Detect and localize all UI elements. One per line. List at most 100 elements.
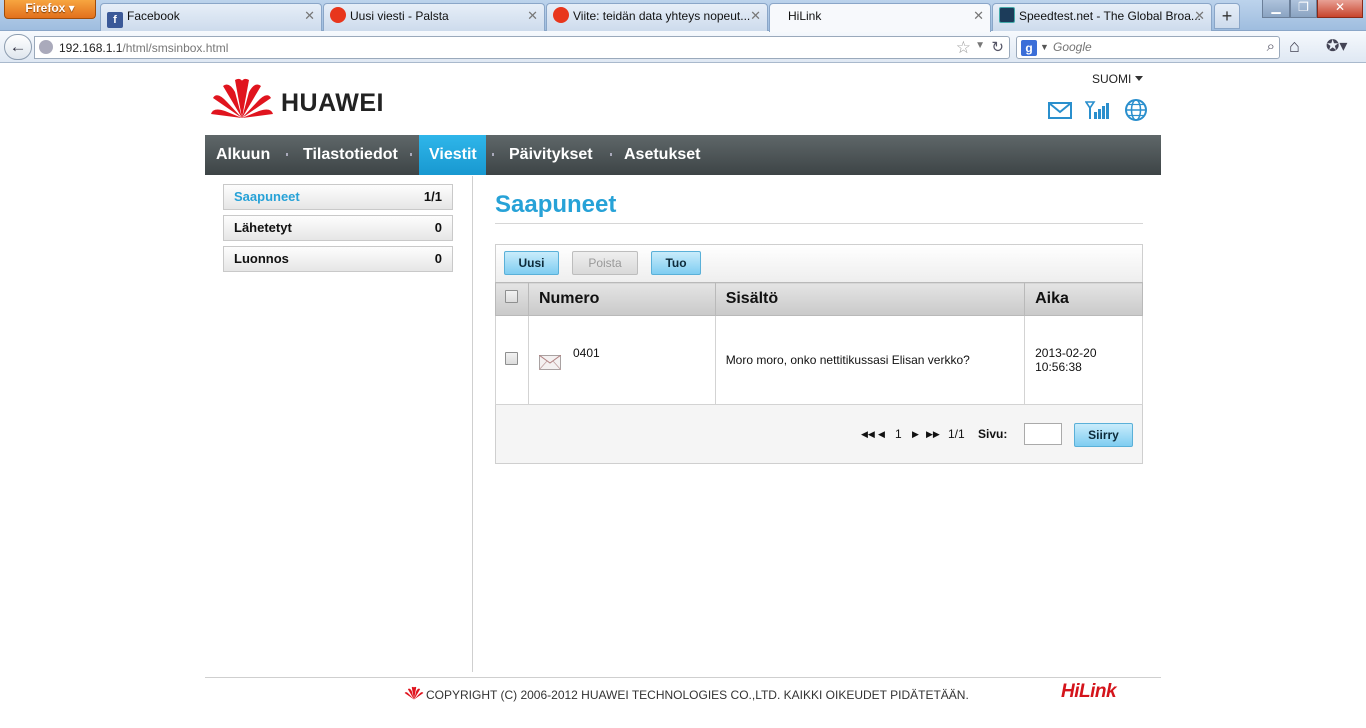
huawei-logo[interactable]: HUAWEI	[211, 76, 391, 122]
palsta-icon	[553, 7, 569, 23]
huawei-flower-icon	[211, 78, 273, 118]
firefox-menu-label: Firefox	[25, 1, 66, 15]
delete-button[interactable]: Poista	[572, 251, 638, 275]
last-page-icon[interactable]: ▶▶	[926, 429, 940, 440]
bookmarks-menu-icon[interactable]: ✪▾	[1326, 36, 1347, 56]
maximize-button[interactable]: ❐	[1290, 0, 1317, 18]
first-page-icon[interactable]: ◀◀	[861, 429, 875, 440]
import-button[interactable]: Tuo	[651, 251, 701, 275]
search-bar[interactable]: g ▼ ⌕	[1016, 36, 1280, 59]
envelope-icon[interactable]	[1047, 98, 1073, 122]
row-select-cell	[495, 315, 529, 405]
tab-hilink[interactable]: HiLink ✕	[769, 3, 991, 32]
unread-envelope-icon	[538, 354, 561, 370]
signal-strength-icon	[1085, 101, 1109, 119]
sidebar-item-label: Saapuneet	[234, 189, 300, 204]
nav-separator	[610, 153, 612, 156]
goto-page-button[interactable]: Siirry	[1074, 423, 1133, 447]
next-page-icon[interactable]: ▶	[912, 429, 919, 440]
message-time: 10:56:38	[1035, 360, 1082, 374]
message-panel: Uusi Poista Tuo Numero Sisältö Aika 0401…	[495, 244, 1143, 464]
site-identity-icon[interactable]	[39, 40, 53, 54]
current-page-number[interactable]: 1	[895, 427, 902, 441]
message-toolbar: Uusi Poista Tuo	[496, 245, 1142, 282]
tab-speedtest[interactable]: Speedtest.net - The Global Broa... ✕	[992, 3, 1212, 31]
sidebar-item-count: 0	[434, 220, 442, 235]
search-engine-dropdown-icon[interactable]: ▼	[1040, 42, 1049, 52]
tab-title: HiLink	[788, 9, 822, 23]
column-header-aika[interactable]: Aika	[1024, 282, 1143, 316]
sidebar-item-count: 0	[434, 251, 442, 266]
nav-asetukset[interactable]: Asetukset	[614, 135, 710, 175]
close-tab-icon[interactable]: ✕	[750, 4, 761, 28]
huawei-logo-text: HUAWEI	[281, 89, 384, 117]
firefox-menu-button[interactable]: Firefox ▾	[4, 0, 96, 19]
main-navigation: Alkuun Tilastotiedot Viestit Päivitykset…	[205, 135, 1161, 175]
nav-paivitykset[interactable]: Päivitykset	[499, 135, 603, 175]
table-row[interactable]: 0401 Moro moro, onko nettitikussasi Elis…	[495, 315, 1143, 405]
nav-viestit[interactable]: Viestit	[419, 135, 486, 175]
minimize-button[interactable]: ▁	[1262, 0, 1290, 18]
nav-alkuun[interactable]: Alkuun	[206, 135, 280, 175]
back-button[interactable]: ←	[4, 34, 32, 60]
palsta-icon	[330, 7, 346, 23]
hilink-page: HUAWEI SUOMI Alkuun Tilastotiedot Viesti…	[205, 64, 1161, 728]
home-icon[interactable]: ⌂	[1289, 36, 1300, 57]
pagination: ◀◀ ◀ 1 ▶ ▶▶ 1/1 Sivu: Siirry	[496, 405, 1142, 463]
number-cell: 0401	[527, 315, 716, 405]
time-cell: 2013-02-20 10:56:38	[1024, 315, 1143, 405]
sidebar-item-label: Lähetetyt	[234, 220, 292, 235]
page-label: Sivu:	[978, 427, 1008, 441]
tab-viite[interactable]: Viite: teidän data yhteys nopeut... ✕	[546, 3, 768, 31]
close-tab-icon[interactable]: ✕	[304, 4, 315, 28]
page-number-input[interactable]	[1024, 423, 1062, 445]
bookmark-star-icon[interactable]: ☆	[956, 38, 971, 58]
search-input[interactable]	[1053, 40, 1253, 54]
close-tab-icon[interactable]: ✕	[527, 4, 538, 28]
facebook-icon: f	[107, 12, 123, 28]
chevron-down-icon	[1135, 76, 1144, 81]
nav-separator	[492, 153, 494, 156]
new-tab-button[interactable]: +	[1214, 3, 1240, 29]
globe-icon[interactable]	[1123, 98, 1149, 122]
previous-page-icon[interactable]: ◀	[878, 429, 885, 440]
browser-nav-bar: ← 192.168.1.1/html/smsinbox.html ☆ ▼ ↻ g…	[0, 31, 1366, 63]
row-checkbox[interactable]	[505, 352, 518, 365]
column-header-numero[interactable]: Numero	[527, 282, 716, 316]
nav-tilastotiedot[interactable]: Tilastotiedot	[293, 135, 408, 175]
search-icon[interactable]: ⌕	[1267, 38, 1275, 55]
tab-palsta[interactable]: Uusi viesti - Palsta ✕	[323, 3, 545, 31]
tab-title: Facebook	[127, 9, 180, 23]
sidebar-item-label: Luonnos	[234, 251, 289, 266]
tab-facebook[interactable]: f Facebook ✕	[100, 3, 322, 31]
message-table: Numero Sisältö Aika 0401 Moro moro, onko…	[495, 282, 1143, 405]
url-history-dropdown-icon[interactable]: ▼	[975, 40, 985, 51]
page-title: Saapuneet	[495, 191, 617, 218]
reload-icon[interactable]: ↻	[991, 38, 1004, 56]
url-path: /html/smsinbox.html	[122, 41, 229, 55]
browser-tab-bar: Firefox ▾ f Facebook ✕ Uusi viesti - Pals…	[0, 0, 1366, 32]
sidebar-item-saapuneet[interactable]: Saapuneet 1/1	[223, 184, 453, 210]
language-select[interactable]: SUOMI	[1092, 72, 1144, 86]
column-header-sisalto[interactable]: Sisältö	[714, 282, 1026, 316]
close-tab-icon[interactable]: ✕	[1194, 4, 1205, 28]
speedtest-icon	[999, 7, 1015, 23]
close-window-button[interactable]: ✕	[1317, 0, 1363, 18]
sidebar-item-lahetetyt[interactable]: Lähetetyt 0	[223, 215, 453, 241]
blank-favicon	[776, 7, 784, 23]
sender-number[interactable]: 0401	[573, 346, 600, 360]
content-cell[interactable]: Moro moro, onko nettitikussasi Elisan ve…	[714, 315, 1026, 405]
url-host: 192.168.1.1	[59, 41, 123, 55]
sidebar-item-luonnos[interactable]: Luonnos 0	[223, 246, 453, 272]
sidebar-item-count: 1/1	[423, 189, 442, 204]
address-bar[interactable]: 192.168.1.1/html/smsinbox.html ☆ ▼ ↻	[34, 36, 1010, 59]
select-all-checkbox[interactable]	[505, 290, 518, 303]
close-tab-icon[interactable]: ✕	[973, 4, 984, 28]
language-label: SUOMI	[1092, 72, 1132, 86]
page-count: 1/1	[948, 427, 965, 441]
footer-divider	[205, 677, 1161, 678]
google-icon[interactable]: g	[1021, 40, 1037, 56]
new-message-button[interactable]: Uusi	[504, 251, 559, 275]
url-text: 192.168.1.1/html/smsinbox.html	[59, 41, 228, 55]
tab-title: Speedtest.net - The Global Broa...	[1019, 9, 1201, 23]
